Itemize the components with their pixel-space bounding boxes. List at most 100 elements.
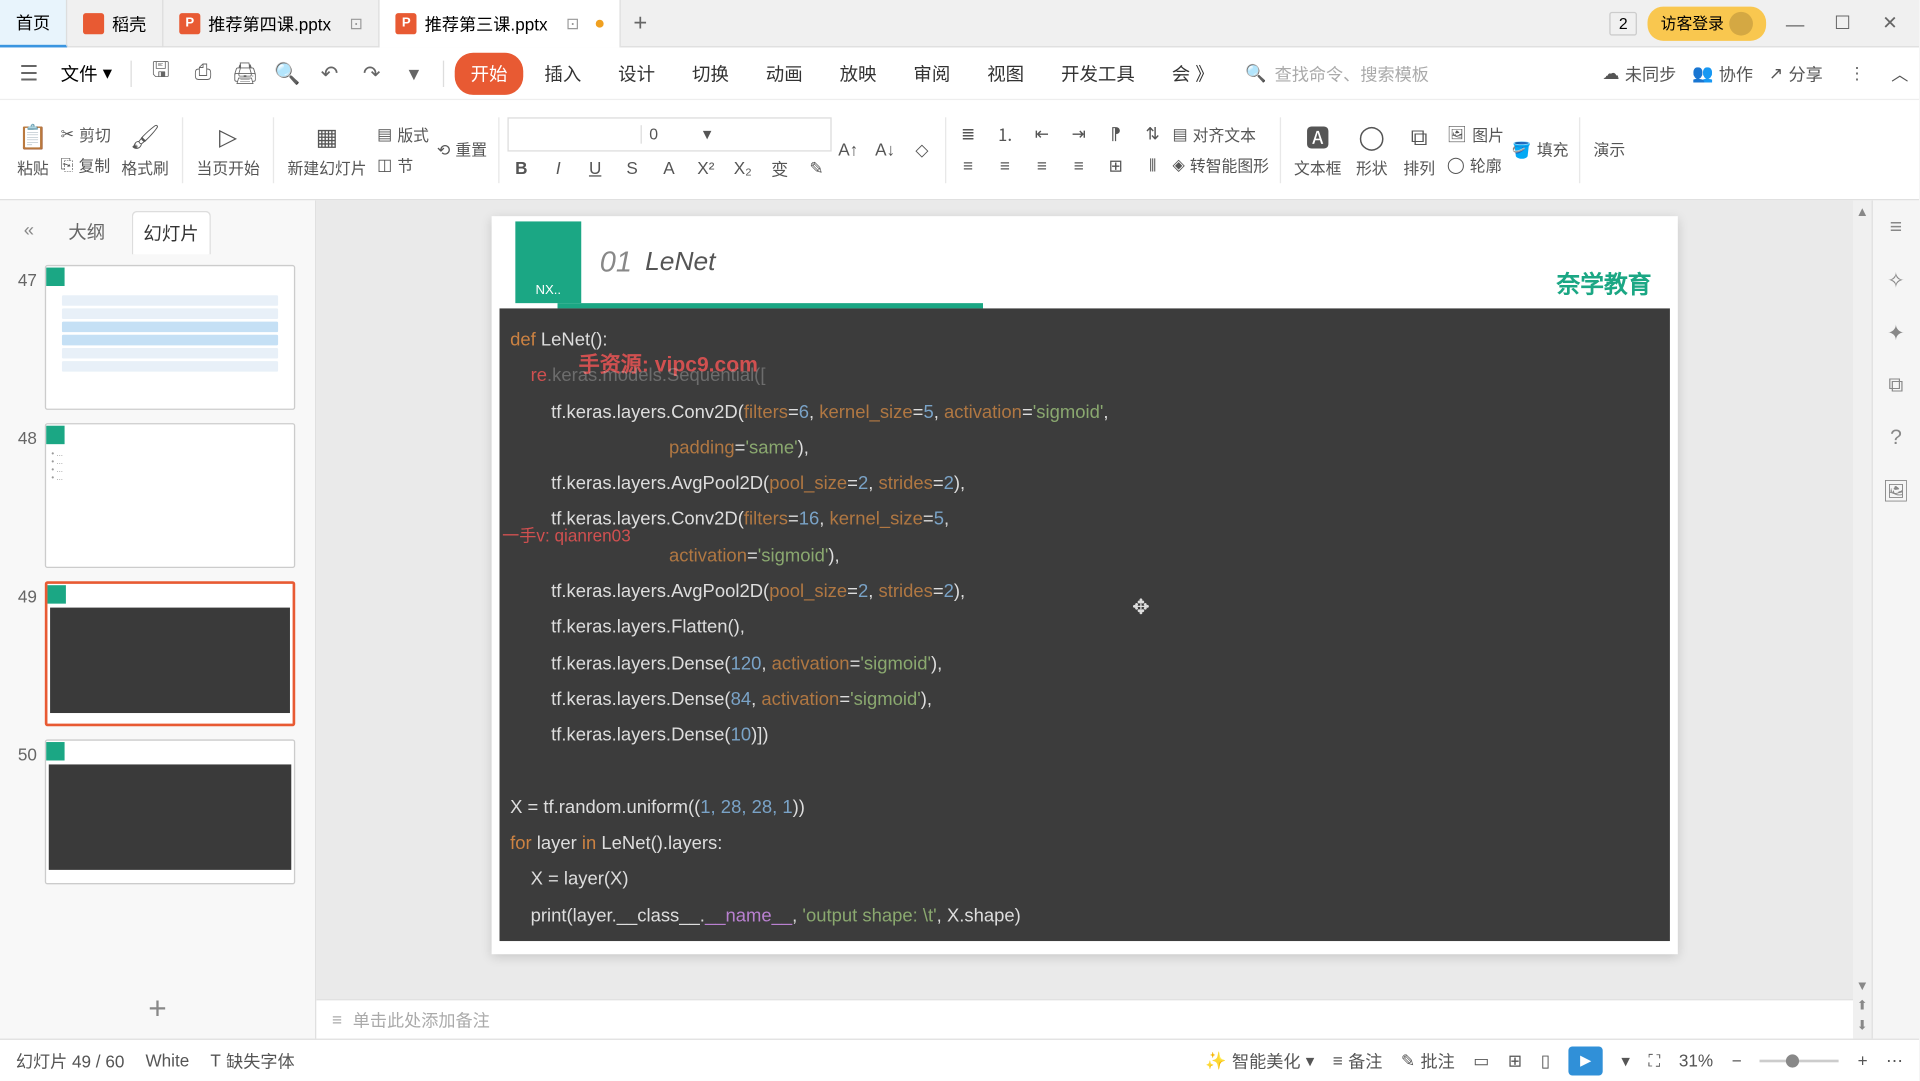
slide-thumbnails[interactable]: 47 48 • ...• ...• ...• ... 49: [0, 254, 315, 980]
zoom-slider[interactable]: [1760, 1059, 1839, 1062]
present-button[interactable]: 演示: [1588, 136, 1630, 164]
arrange-button[interactable]: ⧉排列: [1397, 117, 1442, 182]
panel-tab-outline[interactable]: 大纲: [58, 211, 116, 254]
sync-status[interactable]: ☁未同步: [1602, 61, 1676, 86]
reset-button[interactable]: ⟲重置: [434, 136, 489, 164]
tab-add-button[interactable]: +: [620, 9, 660, 37]
line-spacing-button[interactable]: ⇅: [1138, 119, 1167, 148]
strikethrough-button[interactable]: S: [618, 154, 647, 183]
tab-daoke[interactable]: 稻壳: [67, 0, 163, 47]
new-slide-button[interactable]: ▦新建幻灯片: [282, 117, 372, 182]
sidebar-sparkle-icon[interactable]: ✦: [1881, 319, 1910, 348]
increase-indent-button[interactable]: ⇥: [1064, 119, 1093, 148]
zoom-out-button[interactable]: −: [1732, 1050, 1742, 1070]
font-selector[interactable]: 0 ▾: [507, 117, 831, 151]
slide[interactable]: NX.. 01 LeNet 奈学教育 手资源: vipc9.com 一手v: q…: [492, 216, 1678, 954]
columns-button[interactable]: ⫴: [1138, 151, 1167, 180]
sidebar-help-icon[interactable]: ?: [1881, 424, 1910, 453]
cut-button[interactable]: ✂剪切: [58, 121, 113, 149]
section-button[interactable]: ◫节: [374, 151, 431, 179]
format-painter-button[interactable]: 🖌格式刷: [116, 117, 174, 182]
paste-button[interactable]: 📋粘贴: [11, 117, 56, 182]
panel-tab-slides[interactable]: 幻灯片: [132, 211, 211, 254]
missing-font-warning[interactable]: T缺失字体: [210, 1048, 294, 1073]
scroll-down-icon[interactable]: ▼: [1856, 979, 1869, 993]
slide-thumb-47[interactable]: [45, 265, 295, 410]
distribute-button[interactable]: ⊞: [1101, 151, 1130, 180]
slideshow-button[interactable]: ▶: [1569, 1046, 1603, 1075]
window-count-badge[interactable]: 2: [1610, 11, 1637, 35]
from-current-button[interactable]: ▷当页开始: [191, 117, 265, 182]
slide-canvas[interactable]: NX.. 01 LeNet 奈学教育 手资源: vipc9.com 一手v: q…: [316, 200, 1853, 999]
menu-tab-transition[interactable]: 切换: [676, 52, 745, 94]
chevron-down-icon[interactable]: ▾: [1621, 1050, 1630, 1071]
justify-button[interactable]: ≡: [1064, 151, 1093, 180]
sidebar-design-icon[interactable]: ✧: [1881, 266, 1910, 295]
menu-tab-insert[interactable]: 插入: [529, 52, 598, 94]
notes-toggle[interactable]: ≡备注: [1333, 1048, 1383, 1073]
slide-counter[interactable]: 幻灯片 49 / 60: [16, 1048, 125, 1073]
numbering-button[interactable]: ⒈: [991, 119, 1020, 148]
zoom-in-button[interactable]: +: [1858, 1050, 1868, 1070]
hamburger-icon[interactable]: ☰: [11, 55, 48, 92]
clear-format-button[interactable]: ◇: [908, 135, 937, 164]
text-effects-button[interactable]: 变: [765, 154, 794, 183]
menu-tab-slideshow[interactable]: 放映: [824, 52, 893, 94]
bold-button[interactable]: B: [507, 154, 536, 183]
decrease-font-button[interactable]: A↓: [871, 135, 900, 164]
save-icon[interactable]: 🖫: [142, 55, 179, 92]
notes-area[interactable]: ≡ 单击此处添加备注: [316, 999, 1853, 1039]
normal-view-button[interactable]: ▭: [1473, 1050, 1489, 1071]
menu-tab-design[interactable]: 设计: [602, 52, 671, 94]
tab-file-2[interactable]: P推荐第三课.pptx⊡: [380, 0, 620, 47]
collab-button[interactable]: 👥协作: [1692, 61, 1753, 86]
decrease-indent-button[interactable]: ⇤: [1027, 119, 1056, 148]
superscript-button[interactable]: X²: [691, 154, 720, 183]
outline-button[interactable]: ◯轮廓: [1444, 151, 1506, 179]
scroll-up-icon[interactable]: ▲: [1856, 206, 1869, 220]
print-icon[interactable]: 🖨: [227, 55, 264, 92]
collapse-ribbon-button[interactable]: ︿: [1891, 61, 1908, 86]
fill-button[interactable]: 🪣填充: [1509, 136, 1571, 164]
highlight-button[interactable]: ✎: [802, 154, 831, 183]
align-center-button[interactable]: ≡: [991, 151, 1020, 180]
copy-button[interactable]: ⎘复制: [58, 151, 113, 179]
maximize-button[interactable]: ☐: [1824, 5, 1861, 42]
zoom-level[interactable]: 31%: [1679, 1050, 1713, 1070]
font-color-button[interactable]: A: [654, 154, 683, 183]
increase-font-button[interactable]: A↑: [834, 135, 863, 164]
more-options-icon[interactable]: ⋯: [1886, 1050, 1903, 1071]
undo-icon[interactable]: ↶: [311, 55, 348, 92]
minimize-button[interactable]: —: [1777, 5, 1814, 42]
tab-home[interactable]: 首页: [0, 0, 67, 47]
slide-thumb-50[interactable]: [45, 739, 295, 884]
shapes-button[interactable]: ◯形状: [1349, 117, 1394, 182]
sorter-view-button[interactable]: ⊞: [1508, 1050, 1522, 1071]
share-button[interactable]: ↗分享: [1769, 61, 1823, 86]
redo-icon[interactable]: ↷: [353, 55, 390, 92]
underline-button[interactable]: U: [581, 154, 610, 183]
slide-thumb-49[interactable]: [45, 581, 295, 726]
font-dropdown-icon[interactable]: ▾: [693, 119, 722, 148]
slide-scrollbar[interactable]: ▲ ▼ ⬆ ⬇: [1853, 200, 1871, 1038]
align-left-button[interactable]: ≡: [954, 151, 983, 180]
add-slide-button[interactable]: +: [0, 981, 315, 1039]
fit-button[interactable]: ⛶: [1648, 1050, 1660, 1071]
tab-close-icon[interactable]: ⊡: [350, 14, 363, 32]
next-slide-icon[interactable]: ⬇: [1857, 1019, 1868, 1033]
menu-tab-view[interactable]: 视图: [971, 52, 1040, 94]
font-size-input[interactable]: 0: [640, 125, 693, 143]
menu-tab-review[interactable]: 审阅: [898, 52, 967, 94]
text-direction-button[interactable]: ⁋: [1101, 119, 1130, 148]
picture-button[interactable]: 🖼图片: [1444, 121, 1506, 149]
slide-thumb-48[interactable]: • ...• ...• ...• ...: [45, 423, 295, 568]
textbox-button[interactable]: 🅰文本框: [1289, 117, 1347, 182]
dropdown-icon[interactable]: ▾: [395, 55, 432, 92]
sidebar-layers-icon[interactable]: ⧉: [1881, 372, 1910, 401]
italic-button[interactable]: I: [544, 154, 573, 183]
layout-button[interactable]: ▤版式: [374, 121, 431, 149]
code-block[interactable]: 手资源: vipc9.com 一手v: qianren03 def LeNet(…: [500, 308, 1670, 941]
bullets-button[interactable]: ≣: [954, 119, 983, 148]
align-text-button[interactable]: ▤对齐文本: [1170, 121, 1272, 149]
comments-toggle[interactable]: ✎批注: [1401, 1048, 1455, 1073]
